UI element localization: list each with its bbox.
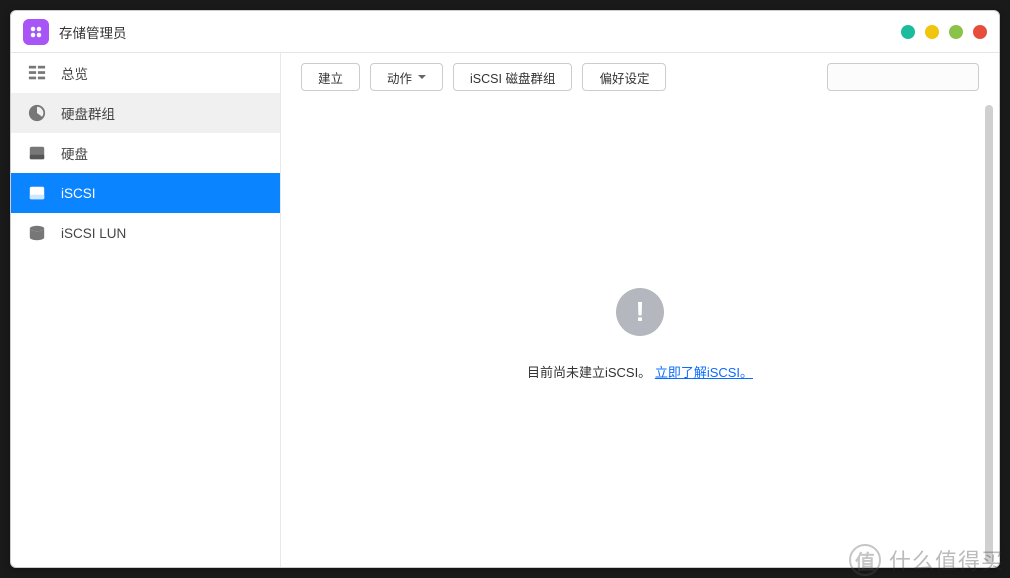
app-icon	[23, 19, 49, 45]
create-button[interactable]: 建立	[301, 63, 360, 91]
iscsi-diskgroup-button[interactable]: iSCSI 磁盘群组	[453, 63, 572, 91]
sidebar-item-diskgroup[interactable]: 硬盘群组	[11, 93, 280, 133]
sidebar-item-label: 硬盘群组	[61, 103, 115, 123]
sidebar-item-label: iSCSI LUN	[61, 226, 126, 241]
sidebar-item-label: 总览	[61, 63, 88, 83]
window-maximize-button[interactable]	[925, 25, 939, 39]
window-minimize-button[interactable]	[901, 25, 915, 39]
app-window: 存储管理员 总览 硬盘群组	[10, 10, 1000, 568]
diskgroup-icon	[27, 103, 47, 123]
sidebar-item-overview[interactable]: 总览	[11, 53, 280, 93]
sidebar-item-iscsi[interactable]: iSCSI	[11, 173, 280, 213]
empty-state-text: 目前尚未建立iSCSI。 立即了解iSCSI。	[527, 362, 753, 381]
search-input[interactable]	[842, 70, 997, 84]
action-dropdown[interactable]: 动作	[370, 63, 443, 91]
scrollbar[interactable]	[985, 105, 993, 563]
iscsi-icon	[27, 183, 47, 203]
titlebar: 存储管理员	[11, 11, 999, 53]
search-box[interactable]	[827, 63, 979, 91]
sidebar: 总览 硬盘群组 硬盘 iSCSI	[11, 53, 281, 567]
app-title: 存储管理员	[59, 22, 901, 42]
overview-icon	[27, 63, 47, 83]
sidebar-item-label: iSCSI	[61, 186, 96, 201]
toolbar: 建立 动作 iSCSI 磁盘群组 偏好设定	[281, 53, 999, 101]
main-panel: 建立 动作 iSCSI 磁盘群组 偏好设定 ! 目前尚未建立iSCSI。 立即了…	[281, 53, 999, 567]
empty-state-icon: !	[616, 288, 664, 336]
window-close-button[interactable]	[973, 25, 987, 39]
body: 总览 硬盘群组 硬盘 iSCSI	[11, 53, 999, 567]
window-controls	[901, 25, 987, 39]
window-restore-button[interactable]	[949, 25, 963, 39]
caret-down-icon	[418, 75, 426, 79]
sidebar-item-iscsi-lun[interactable]: iSCSI LUN	[11, 213, 280, 253]
content-area: ! 目前尚未建立iSCSI。 立即了解iSCSI。	[281, 101, 999, 567]
sidebar-item-disk[interactable]: 硬盘	[11, 133, 280, 173]
preferences-button[interactable]: 偏好设定	[582, 63, 666, 91]
disk-icon	[27, 143, 47, 163]
lun-icon	[27, 223, 47, 243]
sidebar-item-label: 硬盘	[61, 143, 88, 163]
learn-more-link[interactable]: 立即了解iSCSI。	[655, 365, 753, 380]
